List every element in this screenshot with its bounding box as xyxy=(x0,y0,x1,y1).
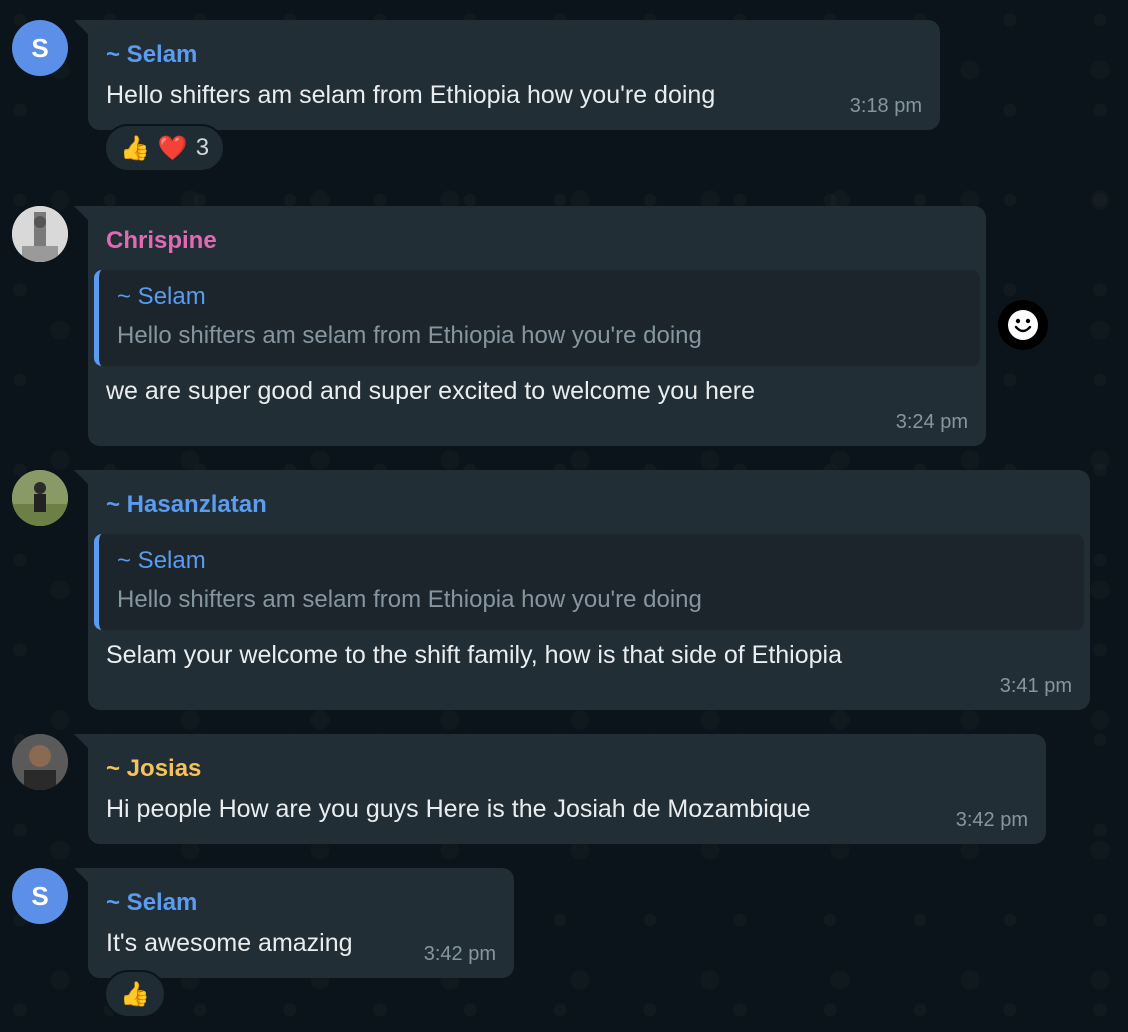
message-bubble[interactable]: ~ Selam It's awesome amazing 3:42 pm xyxy=(74,868,514,978)
message-bubble[interactable]: ~ Selam Hello shifters am selam from Eth… xyxy=(74,20,940,130)
message-time: 3:42 pm xyxy=(955,809,1028,831)
message-time: 3:24 pm xyxy=(895,411,968,433)
message-text: It's awesome amazing xyxy=(106,929,353,957)
avatar[interactable] xyxy=(12,734,68,790)
avatar[interactable]: S xyxy=(12,20,68,76)
avatar[interactable] xyxy=(12,206,68,262)
quoted-message[interactable]: ~ Selam Hello shifters am selam from Eth… xyxy=(94,270,980,366)
message-time: 3:42 pm xyxy=(423,943,496,965)
message-bubble[interactable]: ~ Hasanzlatan ~ Selam Hello shifters am … xyxy=(74,470,1090,710)
avatar-initial: S xyxy=(31,880,49,911)
message-text: Hi people How are you guys Here is the J… xyxy=(106,795,811,823)
quoted-message[interactable]: ~ Selam Hello shifters am selam from Eth… xyxy=(94,534,1084,630)
avatar-photo-icon xyxy=(12,734,68,790)
heart-icon: ❤️ xyxy=(157,134,188,162)
sender-name[interactable]: ~ Josias xyxy=(106,754,1028,784)
avatar[interactable] xyxy=(12,470,68,526)
message-text: we are super good and super excited to w… xyxy=(106,377,755,405)
add-reaction-button[interactable] xyxy=(998,300,1048,350)
sender-name[interactable]: ~ Hasanzlatan xyxy=(106,490,1072,520)
thumbs-up-icon: 👍 xyxy=(120,134,150,162)
avatar-photo-icon xyxy=(12,470,68,526)
message-text: Selam your welcome to the shift family, … xyxy=(106,641,842,669)
message-bubble[interactable]: ~ Josias Hi people How are you guys Here… xyxy=(74,734,1046,844)
reactions-bar[interactable]: 👍 ❤️ 3 xyxy=(104,124,226,172)
message-text: Hello shifters am selam from Ethiopia ho… xyxy=(106,81,716,109)
avatar-initial: S xyxy=(31,32,49,63)
sender-name[interactable]: Chrispine xyxy=(106,226,968,256)
sender-name[interactable]: ~ Selam xyxy=(106,40,922,70)
message-time: 3:18 pm xyxy=(849,95,922,117)
sender-name[interactable]: ~ Selam xyxy=(106,888,496,918)
message-time: 3:41 pm xyxy=(999,675,1072,697)
quoted-sender: ~ Selam xyxy=(117,283,206,310)
quoted-text: Hello shifters am selam from Ethiopia ho… xyxy=(117,322,702,349)
avatar[interactable]: S xyxy=(12,868,68,924)
reaction-count: 3 xyxy=(195,134,210,161)
message-bubble[interactable]: Chrispine ~ Selam Hello shifters am sela… xyxy=(74,206,986,446)
quoted-sender: ~ Selam xyxy=(117,547,206,574)
avatar-photo-icon xyxy=(12,206,68,262)
thumbs-up-icon: 👍 xyxy=(120,980,150,1008)
quoted-text: Hello shifters am selam from Ethiopia ho… xyxy=(117,586,702,613)
reactions-bar[interactable]: 👍 xyxy=(104,970,166,1018)
smiley-icon xyxy=(1008,310,1038,340)
